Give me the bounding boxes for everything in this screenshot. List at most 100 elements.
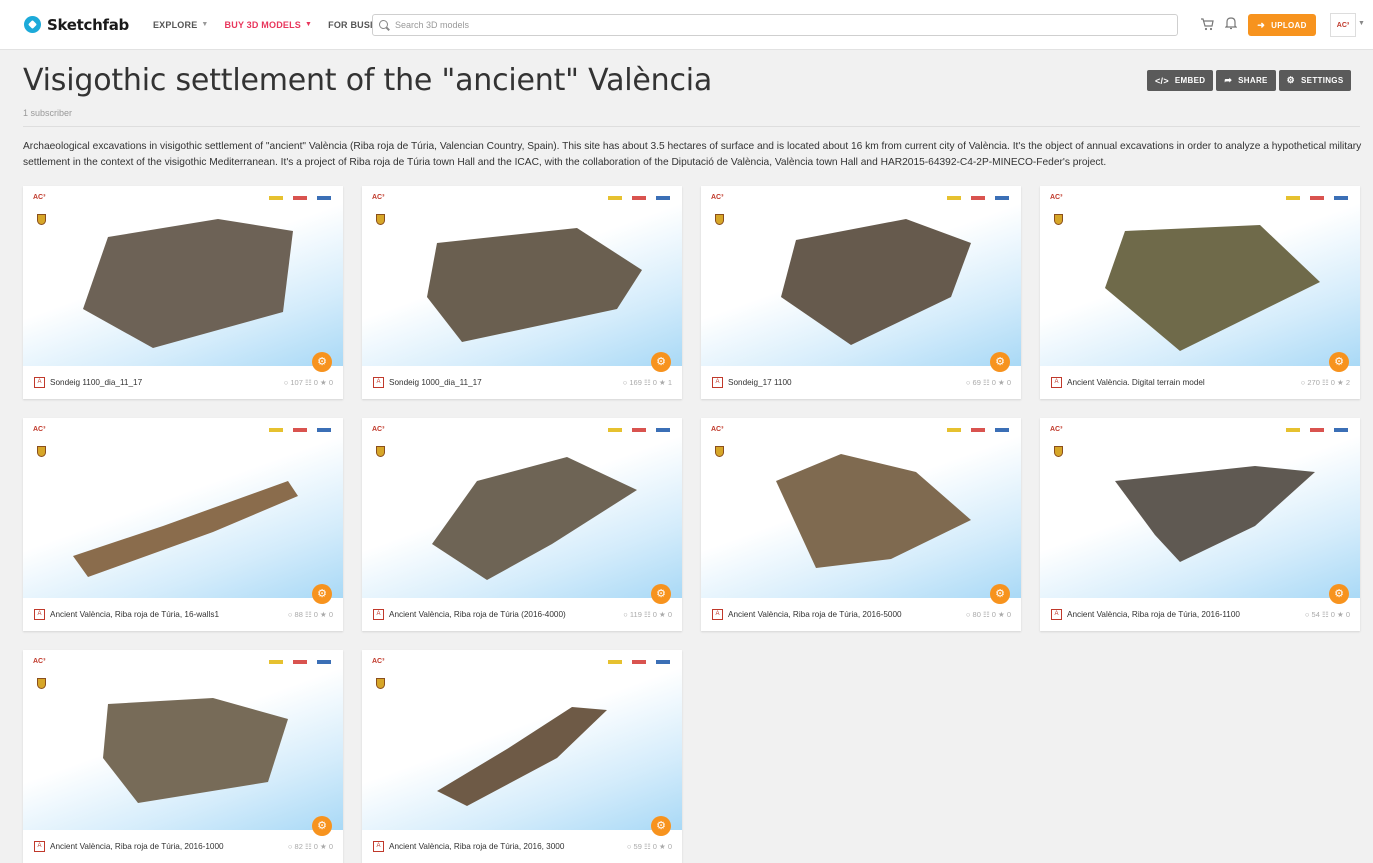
acicae-logo-icon: AC³ <box>33 194 46 201</box>
model-card[interactable]: AC³ ⚙ A Sondeig 1000_dia_11_17 ○ 169 ☷ 0 ★ 1 <box>362 186 682 399</box>
model-stats: ○ 54 ☷ 0 ★ 0 <box>1304 610 1350 619</box>
settings-button[interactable]: ⚙ SETTINGS <box>1278 70 1352 91</box>
model-card[interactable]: AC³ ⚙ A Ancient València, Riba roja de Túri… <box>362 418 682 631</box>
sponsor-logos <box>598 196 670 200</box>
model-stats: ○ 169 ☷ 0 ★ 1 <box>622 378 672 387</box>
user-avatar-icon: A <box>34 377 45 388</box>
acicae-logo-icon: AC³ <box>33 426 46 433</box>
bell-icon[interactable] <box>1225 16 1237 30</box>
acicae-logo-icon: AC³ <box>372 658 385 665</box>
collection-description: Archaeological excavations in visigothic… <box>23 141 1362 168</box>
sponsor-logos <box>598 660 670 664</box>
model-thumbnail[interactable]: AC³ <box>1040 186 1360 366</box>
search-input[interactable] <box>395 20 1155 30</box>
model-thumbnail[interactable]: AC³ <box>1040 418 1360 598</box>
model-card[interactable]: AC³ ⚙ A Ancient València, Riba roja de Túri… <box>23 418 343 631</box>
user-avatar-icon: A <box>34 609 45 620</box>
model-meta: A Ancient València, Riba roja de Túria, 2… <box>1040 598 1360 631</box>
user-avatar-icon: A <box>712 609 723 620</box>
user-avatar-icon: A <box>373 609 384 620</box>
acicae-logo-icon: AC³ <box>372 194 385 201</box>
model-thumbnail[interactable]: AC³ <box>23 650 343 830</box>
chevron-down-icon[interactable]: ▼ <box>1358 20 1365 27</box>
coat-of-arms-icon <box>1054 214 1063 225</box>
model-card[interactable]: AC³ ⚙ A Ancient València, Riba roja de Túri… <box>1040 418 1360 631</box>
coat-of-arms-icon <box>715 446 724 457</box>
model-name[interactable]: Ancient València. Digital terrain model <box>1067 378 1301 387</box>
model-preview <box>432 457 637 580</box>
model-thumbnail[interactable]: AC³ <box>362 650 682 830</box>
user-avatar-icon: A <box>373 841 384 852</box>
model-meta: A Sondeig_17 1100 ○ 69 ☷ 0 ★ 0 <box>701 366 1021 399</box>
model-stats: ○ 107 ☷ 0 ★ 0 <box>283 378 333 387</box>
sketchfab-logo[interactable]: Sketchfab <box>24 16 129 34</box>
model-preview <box>427 228 642 342</box>
gear-icon: ⚙ <box>1286 75 1296 85</box>
nav-explore[interactable]: EXPLORE ▼ <box>153 20 209 30</box>
model-name[interactable]: Ancient València, Riba roja de Túria, 20… <box>50 842 288 851</box>
acicae-logo-icon: AC³ <box>711 194 724 201</box>
avatar-text: AC³ <box>1336 21 1350 29</box>
acicae-logo-icon: AC³ <box>711 426 724 433</box>
chevron-down-icon: ▼ <box>201 21 209 28</box>
settings-label: SETTINGS <box>1301 76 1344 85</box>
model-preview <box>437 707 607 806</box>
coat-of-arms-icon <box>37 214 46 225</box>
nav-buy-3d-models[interactable]: BUY 3D MODELS ▼ <box>225 20 313 30</box>
coat-of-arms-icon <box>376 678 385 689</box>
model-card[interactable]: AC³ ⚙ A Sondeig_17 1100 ○ 69 ☷ 0 ★ 0 <box>701 186 1021 399</box>
model-meta: A Ancient València, Riba roja de Túria (2… <box>362 598 682 631</box>
model-name[interactable]: Ancient València, Riba roja de Túria, 20… <box>728 610 966 619</box>
model-preview <box>776 454 971 568</box>
acicae-logo-icon: AC³ <box>33 658 46 665</box>
coat-of-arms-icon <box>376 214 385 225</box>
model-name[interactable]: Ancient València, Riba roja de Túria, 16… <box>50 610 288 619</box>
user-avatar-icon: A <box>1051 377 1062 388</box>
model-stats: ○ 270 ☷ 0 ★ 2 <box>1300 378 1350 387</box>
model-name[interactable]: Ancient València, Riba roja de Túria (20… <box>389 610 623 619</box>
sponsor-logos <box>259 196 331 200</box>
acicae-logo-icon: AC³ <box>1050 194 1063 201</box>
model-thumbnail[interactable]: AC³ <box>23 418 343 598</box>
arrow-up-icon: ➜ <box>1257 19 1266 30</box>
search-bar[interactable] <box>372 14 1178 36</box>
model-thumbnail[interactable]: AC³ <box>701 418 1021 598</box>
model-thumbnail[interactable]: AC³ <box>362 186 682 366</box>
model-card[interactable]: AC³ ⚙ A Ancient València, Riba roja de Túri… <box>23 650 343 863</box>
share-icon: ➦ <box>1224 75 1233 85</box>
user-avatar-icon: A <box>373 377 384 388</box>
model-meta: A Ancient València, Riba roja de Túria, 2… <box>701 598 1021 631</box>
model-stats: ○ 119 ☷ 0 ★ 0 <box>623 610 672 619</box>
share-button[interactable]: ➦ SHARE <box>1216 70 1276 91</box>
embed-button[interactable]: </> EMBED <box>1147 70 1214 91</box>
avatar[interactable]: AC³ <box>1330 13 1356 37</box>
model-stats: ○ 88 ☷ 0 ★ 0 <box>287 610 333 619</box>
model-card[interactable]: AC³ ⚙ A Ancient València, Riba roja de Túri… <box>362 650 682 863</box>
divider <box>23 126 1360 127</box>
model-card[interactable]: AC³ ⚙ A Ancient València, Riba roja de Túri… <box>701 418 1021 631</box>
model-thumbnail[interactable]: AC³ <box>362 418 682 598</box>
model-thumbnail[interactable]: AC³ <box>701 186 1021 366</box>
model-thumbnail[interactable]: AC³ <box>23 186 343 366</box>
sponsor-logos <box>259 660 331 664</box>
nav-explore-label: EXPLORE <box>152 19 198 30</box>
model-name[interactable]: Sondeig 1100_dia_11_17 <box>50 378 284 387</box>
embed-label: EMBED <box>1174 76 1206 85</box>
upload-button[interactable]: ➜ UPLOAD <box>1248 14 1316 36</box>
coat-of-arms-icon <box>715 214 724 225</box>
model-preview <box>1105 225 1320 351</box>
model-card[interactable]: AC³ ⚙ A Ancient València. Digital terrain m… <box>1040 186 1360 399</box>
model-name[interactable]: Ancient València, Riba roja de Túria, 20… <box>1067 610 1305 619</box>
model-name[interactable]: Ancient València, Riba roja de Túria, 20… <box>389 842 627 851</box>
coat-of-arms-icon <box>1054 446 1063 457</box>
cart-icon[interactable] <box>1200 17 1214 31</box>
sponsor-logos <box>1276 428 1348 432</box>
sponsor-logos <box>937 428 1009 432</box>
model-meta: A Ancient València, Riba roja de Túria, 2… <box>23 830 343 863</box>
model-meta: A Ancient València, Riba roja de Túria, 1… <box>23 598 343 631</box>
collection-actions: </> EMBED ➦ SHARE ⚙ SETTINGS <box>1147 70 1354 91</box>
model-name[interactable]: Sondeig 1000_dia_11_17 <box>389 378 623 387</box>
model-card[interactable]: AC³ ⚙ A Sondeig 1100_dia_11_17 ○ 107 ☷ 0 ★ 0 <box>23 186 343 399</box>
nav-buy-label: BUY 3D MODELS <box>224 19 301 30</box>
model-name[interactable]: Sondeig_17 1100 <box>728 378 966 387</box>
